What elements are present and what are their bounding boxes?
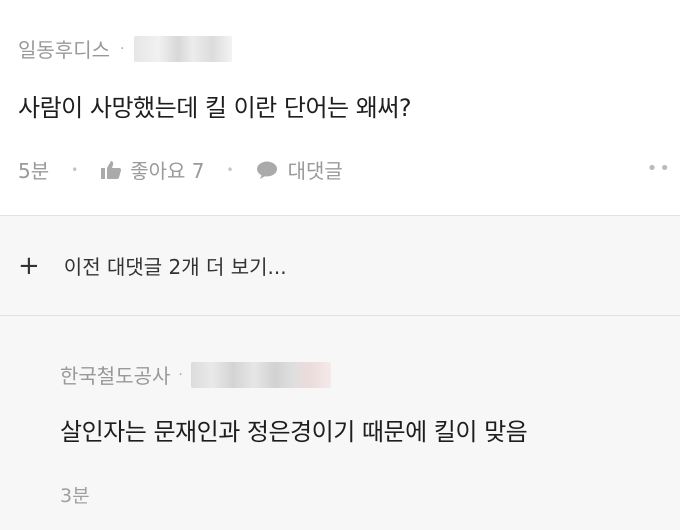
like-label: 좋아요 7 [130, 159, 205, 183]
blurred-user-id [134, 35, 233, 62]
reply-label: 대댓글 [287, 159, 343, 183]
blurred-user-id [190, 361, 331, 388]
reply-meta: 한국철도공사 · [60, 360, 331, 389]
comment-card: 일동후디스 · 사람이 사망했는데 킬 이란 단어는 왜써? 5분 • 좋아요 … [0, 0, 680, 215]
plus-icon: + [18, 250, 40, 281]
thumbs-up-icon [101, 160, 122, 179]
meta-separator: · [120, 40, 125, 57]
more-dots-icon[interactable]: •• [647, 158, 672, 179]
comment-meta: 일동후디스 · [18, 34, 233, 63]
reply-text: 살인자는 문재인과 정은경이기 때문에 킬이 맞음 [60, 418, 528, 446]
like-button[interactable]: 좋아요 7 [100, 155, 205, 184]
action-separator: • [226, 162, 234, 177]
speech-bubble-icon [256, 161, 277, 179]
load-previous-replies-label: 이전 대댓글 2개 더 보기... [63, 255, 287, 279]
reply-author[interactable]: 한국철도공사 [60, 360, 170, 389]
meta-separator: · [178, 366, 183, 383]
comment-author[interactable]: 일동후디스 [18, 34, 110, 63]
comment-text: 사람이 사망했는데 킬 이란 단어는 왜써? [18, 94, 412, 122]
reply-button[interactable]: 대댓글 [256, 155, 343, 184]
reply-time: 3분 [60, 485, 90, 507]
comment-actions: 5분 • 좋아요 7 • 대댓글 [18, 155, 343, 184]
action-separator: • [71, 162, 79, 177]
comment-time: 5분 [18, 159, 50, 183]
divider [0, 315, 680, 316]
divider [0, 215, 680, 216]
load-previous-replies[interactable]: + 이전 대댓글 2개 더 보기... [18, 251, 287, 280]
